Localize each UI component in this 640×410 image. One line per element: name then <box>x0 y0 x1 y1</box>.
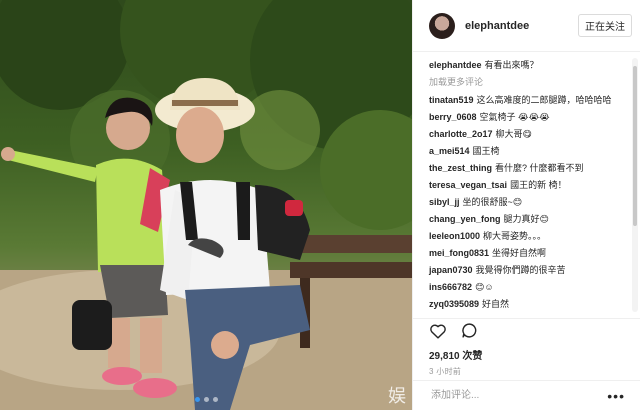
comment-row: the_zest_thing 看什麼? 什麼都看不到 <box>429 161 624 175</box>
caption-text: 有看出來嗎？ <box>484 60 539 70</box>
comment-text: 这么高难度的二郎腿蹲，哈哈哈哈 <box>476 95 612 105</box>
comment-username[interactable]: a_mei514 <box>429 146 470 156</box>
post-header: elephantdee 正在关注 <box>413 0 640 52</box>
comment-username[interactable]: berry_0608 <box>429 112 477 122</box>
comment-username[interactable]: sibyl_jj <box>429 197 460 207</box>
comment-username[interactable]: the_zest_thing <box>429 163 492 173</box>
scrollbar-thumb[interactable] <box>633 66 637 226</box>
likes-count[interactable]: 29,810 次赞 <box>429 347 625 362</box>
caption: elephantdee 有看出來嗎？ <box>429 58 624 72</box>
comment-text: 腿力真好😊 <box>503 214 549 224</box>
post-time: 3 小时前 <box>429 367 462 376</box>
comment-username[interactable]: tinatan519 <box>429 95 474 105</box>
watermark: 娱 <box>388 386 406 407</box>
comment-text: 看什麼? 什麼都看不到 <box>495 163 584 173</box>
comment-text: 柳大哥姿势。。。 <box>483 231 547 241</box>
comment-text: 坐的很舒服~😊 <box>462 197 523 207</box>
comment-text: 我覺得你們蹲的很辛苦 <box>475 265 566 275</box>
comment-username[interactable]: charlotte_2o17 <box>429 129 493 139</box>
comment-row: chang_yen_fong 腿力真好😊 <box>429 212 624 226</box>
heart-icon[interactable] <box>429 323 447 344</box>
add-comment-input[interactable] <box>429 389 593 402</box>
comment-username[interactable]: zyq0395089 <box>429 299 479 309</box>
comment-row: berry_0608 空氣椅子 😭😭😭 <box>429 110 624 124</box>
comment-username[interactable]: chang_yen_fong <box>429 214 501 224</box>
comment-text: 好自然 <box>482 299 510 309</box>
comment-text: 坐得好自然啊 <box>492 248 547 258</box>
comment-row: tinatan519 这么高难度的二郎腿蹲，哈哈哈哈 <box>429 93 624 107</box>
post-actions: 29,810 次赞 3 小时前 <box>413 318 640 377</box>
comment-row: a_mei514 國王椅 <box>429 144 624 158</box>
header-username[interactable]: elephantdee <box>465 20 578 32</box>
post-photo[interactable]: 娱 <box>0 0 412 410</box>
instagram-post: 娱 elephantdee 正在关注 elephantdee 有看出來嗎？ 加载更… <box>0 0 640 410</box>
comment-row: zyq0395089 好自然 <box>429 297 624 311</box>
load-more-comments[interactable]: 加载更多评论 <box>429 75 624 88</box>
comment-row: mei_fong0831 坐得好自然啊 <box>429 246 624 260</box>
comments-scrollbar[interactable] <box>632 58 638 312</box>
more-options-icon[interactable]: ••• <box>607 388 625 404</box>
add-comment-bar: ••• <box>413 380 640 410</box>
following-button[interactable]: 正在关注 <box>578 14 632 37</box>
comment-text: 國王椅 <box>472 146 500 156</box>
comment-row: japan0730 我覺得你們蹲的很辛苦 <box>429 263 624 277</box>
comment-text: 😊☺ <box>475 282 494 292</box>
caption-username[interactable]: elephantdee <box>429 60 482 70</box>
avatar[interactable] <box>429 12 455 39</box>
comment-username[interactable]: mei_fong0831 <box>429 248 489 258</box>
photo-illustration <box>0 0 412 410</box>
comment-text: 國王的新 椅！ <box>510 180 567 190</box>
comment-username[interactable]: leeleon1000 <box>429 231 480 241</box>
comment-row: charlotte_2o17 柳大哥😋 <box>429 127 624 141</box>
comment-text: 空氣椅子 😭😭😭 <box>479 112 550 122</box>
comment-row: ins666782 😊☺ <box>429 280 624 294</box>
comment-username[interactable]: japan0730 <box>429 265 473 275</box>
carousel-dots[interactable] <box>0 397 412 402</box>
comment-username[interactable]: ins666782 <box>429 282 472 292</box>
comments-list: elephantdee 有看出來嗎？ 加载更多评论 tinatan519 这么高难度… <box>413 58 630 312</box>
carousel-dot[interactable] <box>203 397 209 402</box>
comment-icon[interactable] <box>461 322 478 344</box>
comment-row: leeleon1000 柳大哥姿势。。。 <box>429 229 624 243</box>
comment-text: 柳大哥😋 <box>495 129 532 139</box>
carousel-dot-active[interactable] <box>194 397 200 402</box>
comment-row: sibyl_jj 坐的很舒服~😊 <box>429 195 624 209</box>
post-sidebar: elephantdee 正在关注 elephantdee 有看出來嗎？ 加载更多评… <box>412 0 640 410</box>
comment-row: teresa_vegan_tsai 國王的新 椅！ <box>429 178 624 192</box>
carousel-dot[interactable] <box>212 397 218 402</box>
comment-username[interactable]: teresa_vegan_tsai <box>429 180 507 190</box>
